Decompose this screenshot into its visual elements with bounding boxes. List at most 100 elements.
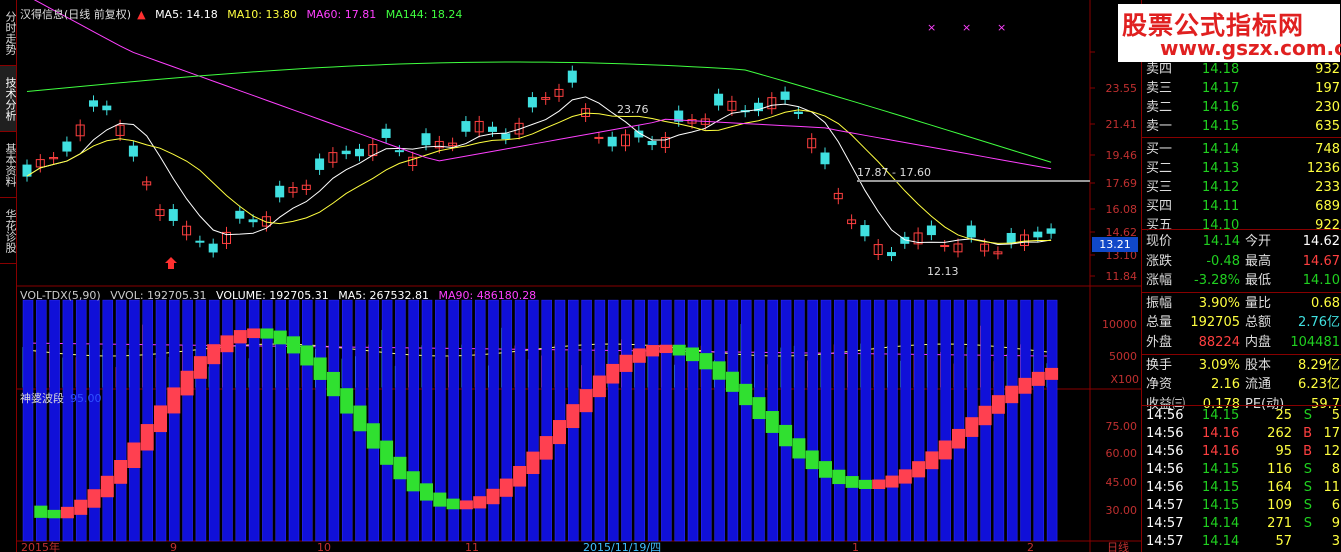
current-price-tag: 13.21 <box>1092 237 1138 252</box>
oscillator-segment <box>1018 377 1032 394</box>
oscillator-segment <box>87 489 101 508</box>
tick-row: 14:57 14.14 57 3 <box>1142 533 1341 551</box>
stat-value: 0.68 <box>1311 295 1340 311</box>
oscillator-bg-bar <box>182 299 193 542</box>
oscillator-segment <box>686 347 699 362</box>
stat-label: 振幅 <box>1146 295 1173 311</box>
tick-time: 14:57 <box>1146 498 1184 513</box>
stat-row: 换手 3.09% 股本 8.29亿 <box>1142 356 1341 375</box>
order-volume: 748 <box>1315 142 1340 157</box>
order-label: 卖三 <box>1146 81 1173 96</box>
date-axis-label: 2 <box>1027 541 1034 552</box>
order-book-row: 买一 14.14 748 <box>1142 140 1341 159</box>
tab-intraday[interactable]: 分时走势 <box>0 0 17 66</box>
oscillator-bg-bar <box>794 299 805 542</box>
order-volume: 1236 <box>1306 161 1340 176</box>
order-book-row: 卖三 14.17 197 <box>1142 79 1341 98</box>
oscillator-bg-bar <box>687 299 699 542</box>
oscillator-bg-bar <box>581 299 592 542</box>
date-axis-label: 11 <box>465 541 479 552</box>
oscillator-bg-bar <box>607 299 619 542</box>
order-volume: 233 <box>1315 180 1340 195</box>
ma60-label: MA60: 17.81 <box>306 8 377 21</box>
oscillator-segment <box>273 330 287 345</box>
chart-area[interactable]: 223.5521.4119.4617.6916.0814.6213.1011.8… <box>17 0 1141 552</box>
candle-body <box>381 128 391 138</box>
candle-body <box>394 150 404 153</box>
oscillator-bg-bar <box>594 299 606 542</box>
oscillator-segment <box>366 423 380 449</box>
oscillator-segment <box>220 335 234 353</box>
oscillator-segment <box>725 371 739 392</box>
oscillator-bg-bar <box>820 299 832 542</box>
oscillator-segment <box>180 370 194 396</box>
oscillator-segment <box>832 469 846 485</box>
volume-label: VOLUME: 192705.31 <box>216 289 329 302</box>
oscillator-segment <box>313 357 327 380</box>
oscillator-segment <box>406 471 420 492</box>
stat-value: 8.29亿 <box>1298 357 1340 373</box>
order-label: 买一 <box>1146 142 1173 157</box>
divider <box>1142 353 1341 355</box>
tick-count: 17 <box>1323 426 1340 441</box>
oscillator-segment <box>393 456 407 480</box>
oscillator-segment <box>858 479 872 490</box>
candle-body <box>607 136 617 147</box>
candle-body <box>647 140 657 146</box>
tick-count: 3 <box>1331 534 1340 549</box>
stat-label: 股本 <box>1245 357 1272 373</box>
oscillator-segment <box>247 328 261 339</box>
candle-body <box>527 97 537 108</box>
logo-url: www.gszx.com.cn <box>1160 36 1341 60</box>
candle-body <box>1006 232 1016 244</box>
price-axis-label: 21.41 <box>1106 118 1138 131</box>
oscillator-segment <box>127 442 141 469</box>
oscillator-segment <box>499 478 513 497</box>
stat-label: 净资 <box>1146 377 1173 393</box>
oscillator-segment <box>553 420 566 445</box>
oscillator-segment <box>952 428 965 449</box>
oscillator-segment <box>646 345 660 357</box>
oscillator-segment <box>579 389 593 413</box>
oscillator-segment <box>712 361 726 380</box>
order-book-row: 买三 14.12 233 <box>1142 178 1341 197</box>
tick-volume: 116 <box>1267 462 1292 477</box>
divider <box>1142 405 1341 406</box>
tick-time: 14:56 <box>1146 408 1184 423</box>
oscillator-segment <box>938 440 952 460</box>
marker-icon: × <box>962 21 971 34</box>
order-price: 14.14 <box>1202 142 1240 157</box>
stat-label: 今开 <box>1245 234 1272 249</box>
tab-technical[interactable]: 技术分析 <box>0 66 17 132</box>
order-price: 14.17 <box>1202 81 1240 96</box>
stat-value: 2.76亿 <box>1298 315 1340 331</box>
quote-panel: 卖四 14.18 932 卖三 14.17 197 卖二 14.16 230 卖一 14.15 635… <box>1141 0 1341 552</box>
tab-diagnosis[interactable]: 华花诊股 <box>0 198 17 264</box>
stat-value: 3.09% <box>1198 357 1240 373</box>
oscillator-bg-bar <box>714 299 725 542</box>
tick-row: 14:56 14.16 95 B 12 <box>1142 443 1341 461</box>
order-label: 买四 <box>1146 199 1173 214</box>
tick-side: B <box>1303 444 1312 459</box>
oscillator-bg-bar <box>341 299 353 542</box>
candle-body <box>168 209 178 221</box>
oscillator-segment <box>513 465 527 487</box>
tick-count: 9 <box>1331 516 1340 531</box>
tick-row: 14:56 14.15 116 S 8 <box>1142 461 1341 479</box>
oscillator-bg-bar <box>887 299 898 542</box>
candle-body <box>208 243 218 253</box>
oscillator-segment <box>606 363 620 384</box>
candle-body <box>421 133 431 146</box>
stat-label: 总量 <box>1146 315 1173 331</box>
price-axis-label: 23.55 <box>1106 82 1138 95</box>
tick-volume: 57 <box>1275 534 1292 549</box>
oscillator-segment <box>978 405 992 426</box>
oscillator-segment <box>925 451 939 470</box>
stat-value: 14.62 <box>1302 234 1340 249</box>
tab-fundamentals[interactable]: 基本资料 <box>0 132 17 198</box>
oscillator-segment <box>233 330 247 344</box>
oscillator-segment <box>34 505 48 518</box>
candle-body <box>248 219 258 223</box>
oscillator-segment <box>779 424 793 447</box>
oscillator-segment <box>140 424 154 451</box>
